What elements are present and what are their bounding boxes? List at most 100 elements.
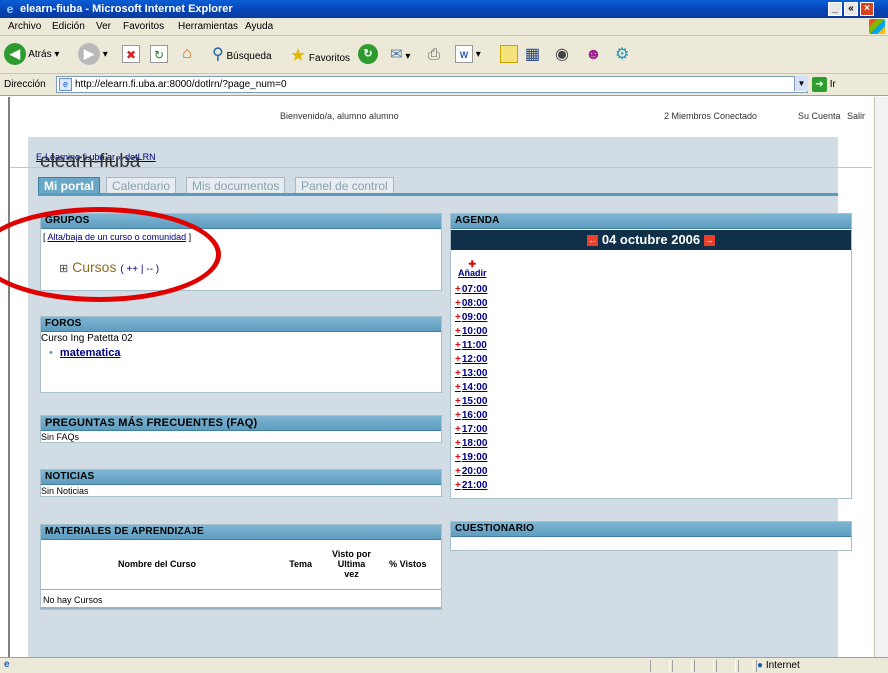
vertical-scrollbar[interactable] — [874, 97, 888, 657]
hour-label: 07:00 — [461, 284, 488, 295]
edit-button[interactable]: W ▾ — [455, 42, 481, 68]
refresh-button[interactable]: ↻ — [150, 42, 168, 68]
page-content: Bienvenido/a, alumno alumno 2 Miembros C… — [8, 97, 872, 657]
zone-label: Internet — [765, 660, 800, 671]
menu-ver[interactable]: Ver — [96, 21, 111, 32]
maximize-button[interactable]: « — [844, 2, 858, 16]
hour-slot[interactable]: +17:00 — [455, 424, 487, 435]
welcome-text: Bienvenido/a, alumno alumno — [280, 111, 399, 121]
stop-button[interactable]: ✖ — [122, 42, 140, 68]
home-button[interactable]: ⌂ — [178, 42, 196, 68]
logout-link[interactable]: Salir — [847, 111, 865, 121]
window-title: elearn-fiuba - Microsoft Internet Explor… — [20, 3, 233, 15]
menu-favoritos[interactable]: Favoritos — [123, 21, 164, 32]
add-event-icon: + — [455, 340, 461, 351]
search-button[interactable]: ⚲ Búsqueda — [212, 42, 272, 68]
close-button[interactable]: × — [860, 2, 874, 16]
agenda-add[interactable]: ✚ Añadir — [458, 259, 487, 279]
hour-slot[interactable]: +09:00 — [455, 312, 487, 323]
grupos-title: GRUPOS — [41, 214, 441, 229]
agenda-add-link[interactable]: Añadir — [458, 268, 487, 278]
cuestionario-portlet: CUESTIONARIO — [450, 521, 852, 551]
mail-button[interactable]: ✉ ▾ — [390, 42, 410, 68]
foro-matematica-link[interactable]: matematica — [60, 347, 121, 359]
agenda-date-header: ← 04 octubre 2006 → — [451, 230, 851, 250]
windows-logo-icon — [869, 19, 885, 34]
hour-slot[interactable]: +14:00 — [455, 382, 487, 393]
add-event-icon: + — [455, 424, 461, 435]
hour-slot[interactable]: +18:00 — [455, 438, 487, 449]
menu-herramientas[interactable]: Herramientas — [178, 21, 238, 32]
hour-slot[interactable]: +20:00 — [455, 466, 487, 477]
hour-slot[interactable]: +21:00 — [455, 480, 487, 491]
chat-button[interactable]: ☻ — [585, 42, 602, 68]
next-day-icon[interactable]: → — [703, 235, 715, 247]
menu-archivo[interactable]: Archivo — [8, 21, 41, 32]
add-event-icon: + — [455, 410, 461, 421]
materiales-title: MATERIALES DE APRENDIZAJE — [41, 525, 441, 540]
page-status-icon: e — [4, 659, 10, 670]
hour-slot[interactable]: +08:00 — [455, 298, 487, 309]
address-input[interactable]: e http://elearn.fi.uba.ar:8000/dotlrn/?p… — [56, 76, 808, 93]
add-event-icon: + — [455, 382, 461, 393]
stop-icon: ✖ — [122, 45, 140, 64]
noticias-empty-text: Sin Noticias — [41, 486, 89, 496]
messenger-button[interactable] — [500, 42, 518, 68]
home-icon: ⌂ — [182, 45, 192, 63]
window-title-bar[interactable]: e elearn-fiuba - Microsoft Internet Expl… — [0, 0, 888, 18]
hour-slot[interactable]: +13:00 — [455, 368, 487, 379]
mail-icon: ✉ — [390, 46, 403, 63]
star-icon: ★ — [290, 45, 307, 65]
word-edit-icon: W — [455, 45, 473, 64]
hour-label: 17:00 — [461, 424, 488, 435]
foros-course: Curso Ing Patetta 02 — [41, 333, 133, 344]
hour-label: 12:00 — [461, 354, 488, 365]
print-button[interactable]: ⎙ — [428, 42, 440, 68]
hour-label: 09:00 — [461, 312, 488, 323]
add-event-icon: + — [455, 438, 461, 449]
search-label: Búsqueda — [226, 51, 272, 62]
forward-button[interactable]: ▶ ▾ — [78, 42, 108, 68]
col-visto: Visto por Ultima vez — [332, 549, 371, 579]
cursos-expand-controls[interactable]: ( ++ | -- ) — [120, 264, 159, 275]
grupos-portlet: GRUPOS [ Alta/baja de un curso o comunid… — [40, 213, 442, 291]
status-segment — [716, 660, 736, 672]
menu-edicion[interactable]: Edición — [52, 21, 85, 32]
previous-day-icon[interactable]: ← — [587, 235, 599, 247]
cursos-label[interactable]: Cursos — [72, 259, 116, 275]
materiales-divider — [41, 589, 441, 590]
zone-segment: ● Internet — [756, 660, 876, 672]
status-segment — [694, 660, 714, 672]
back-button[interactable]: ◀ Atrás ▾ — [4, 42, 59, 68]
hour-slot[interactable]: +19:00 — [455, 452, 487, 463]
discuss-button[interactable]: ▦ — [525, 42, 540, 68]
add-event-icon: + — [455, 284, 461, 295]
add-plus-icon: ✚ — [468, 259, 477, 269]
hour-slot[interactable]: +07:00 — [455, 284, 487, 295]
hour-label: 13:00 — [461, 368, 488, 379]
expand-plus-icon[interactable]: ⊞ — [59, 263, 68, 275]
contacts-button[interactable]: ⚙ — [615, 42, 629, 68]
hour-slot[interactable]: +16:00 — [455, 410, 487, 421]
minimize-button[interactable]: _ — [828, 2, 842, 16]
forward-arrow-icon: ▶ — [78, 43, 100, 66]
favorites-button[interactable]: ★ Favoritos — [290, 42, 350, 68]
address-dropdown-button[interactable]: ▼ — [794, 76, 808, 91]
camera-button[interactable]: ◉ — [555, 42, 569, 68]
history-button[interactable]: ↻ — [358, 42, 378, 68]
discuss-icon: ▦ — [525, 46, 541, 63]
hour-slot[interactable]: +11:00 — [455, 340, 487, 351]
faq-title: PREGUNTAS MÁS FRECUENTES (FAQ) — [41, 416, 441, 431]
account-link[interactable]: Su Cuenta — [798, 111, 841, 121]
site-title: elearn-fiuba — [40, 151, 141, 172]
hour-slot[interactable]: +12:00 — [455, 354, 487, 365]
menu-ayuda[interactable]: Ayuda — [245, 21, 273, 32]
go-button[interactable]: ➔ Ir — [812, 77, 836, 92]
hour-slot[interactable]: +10:00 — [455, 326, 487, 337]
alta-baja-link[interactable]: Alta/baja de un curso o comunidad — [48, 232, 187, 242]
agenda-portlet: AGENDA ← 04 octubre 2006 → ✚ Añadir +07:… — [450, 213, 852, 499]
camera-icon: ◉ — [555, 46, 569, 63]
members-online[interactable]: 2 Miembros Conectado — [664, 111, 757, 121]
hour-slot[interactable]: +15:00 — [455, 396, 487, 407]
materiales-empty-text: No hay Cursos — [43, 595, 103, 605]
